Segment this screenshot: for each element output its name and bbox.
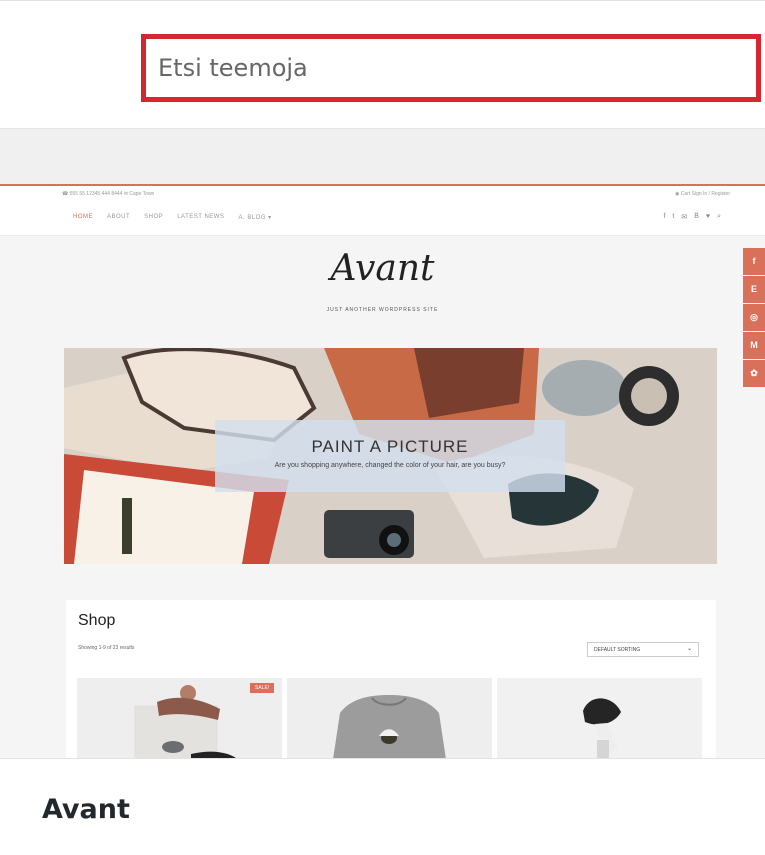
site-navbar: HOME ABOUT SHOP LATEST NEWS A. BLOG ▾ f … xyxy=(0,202,765,236)
facebook-icon[interactable]: f xyxy=(743,248,765,275)
nav-item-latest-news[interactable]: LATEST NEWS xyxy=(177,214,224,221)
theme-name[interactable]: Avant xyxy=(42,794,130,825)
theme-screenshot[interactable]: ☎ 555 55 12345 444 8444 ✉ Cape Town ◉ Ca… xyxy=(0,184,765,760)
shop-section: Shop Showing 1-9 of 23 results DEFAULT S… xyxy=(66,600,716,760)
instagram-icon[interactable]: ◎ xyxy=(743,304,765,331)
sale-badge: SALE! xyxy=(250,683,275,693)
search-icon[interactable]: ⌕ xyxy=(717,213,721,221)
search-input[interactable] xyxy=(146,39,756,97)
search-area xyxy=(0,0,765,128)
hero-slider[interactable]: PAINT A PICTURE Are you shopping anywher… xyxy=(64,348,717,564)
nav-item-shop[interactable]: SHOP xyxy=(144,214,163,221)
cap-product-image xyxy=(497,678,702,760)
product-card[interactable] xyxy=(287,678,492,760)
medium-icon[interactable]: M xyxy=(743,332,765,359)
hero-subtitle: Are you shopping anywhere, changed the c… xyxy=(274,462,506,469)
nav-item-home[interactable]: HOME xyxy=(73,214,93,221)
search-box[interactable] xyxy=(141,34,761,102)
theme-footer: Avant xyxy=(0,758,765,855)
contact-info: ☎ 555 55 12345 444 8444 ✉ Cape Town xyxy=(62,191,155,197)
sorting-select[interactable]: DEFAULT SORTING ⌄ xyxy=(587,642,699,657)
etsy-icon[interactable]: E xyxy=(743,276,765,303)
product-card[interactable] xyxy=(497,678,702,760)
header-icons: f t ✉ B̈ ♥ ⌕ xyxy=(663,213,721,221)
facebook-icon[interactable]: f xyxy=(663,213,665,221)
site-tagline: JUST ANOTHER WORDPRESS SITE xyxy=(326,307,439,313)
mail-icon[interactable]: ✉ xyxy=(681,213,687,221)
behance-icon[interactable]: B̈ xyxy=(694,213,699,221)
heart-icon[interactable]: ♥ xyxy=(706,213,710,221)
settings-icon[interactable]: ✿ xyxy=(743,360,765,387)
chevron-down-icon: ⌄ xyxy=(686,646,692,652)
sorting-value: DEFAULT SORTING xyxy=(594,647,641,653)
social-rail: f E ◎ M ✿ xyxy=(743,248,765,387)
shop-title: Shop xyxy=(78,612,116,629)
account-links: ◉ Cart Sign In / Register xyxy=(675,191,730,197)
nav-item-blog[interactable]: A. BLOG ▾ xyxy=(238,214,271,221)
hero-title: PAINT A PICTURE xyxy=(311,437,469,456)
hero-caption: PAINT A PICTURE Are you shopping anywher… xyxy=(215,420,565,492)
results-count: Showing 1-9 of 23 results xyxy=(78,645,135,651)
theme-browser-page: ☎ 555 55 12345 444 8444 ✉ Cape Town ◉ Ca… xyxy=(0,0,765,855)
toolbar-band xyxy=(0,128,765,184)
twitter-icon[interactable]: t xyxy=(672,213,674,221)
primary-nav: HOME ABOUT SHOP LATEST NEWS A. BLOG ▾ xyxy=(73,214,272,221)
product-card[interactable]: SALE! xyxy=(77,678,282,760)
nav-item-about[interactable]: ABOUT xyxy=(107,214,130,221)
site-logo[interactable]: Avant xyxy=(0,248,765,289)
tshirt-product-image xyxy=(287,678,492,760)
utility-bar: ☎ 555 55 12345 444 8444 ✉ Cape Town ◉ Ca… xyxy=(0,186,765,202)
